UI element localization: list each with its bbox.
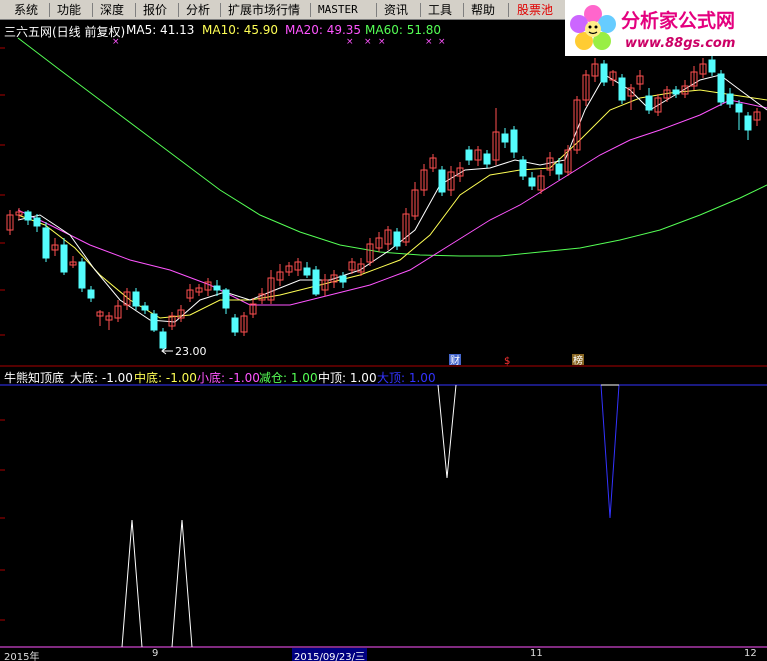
menu-item-0[interactable]: 系统	[14, 0, 38, 20]
candle-body	[510, 129, 518, 153]
candle-body	[141, 305, 149, 311]
ma5-label: MA5: 41.13	[126, 23, 195, 37]
ma10-line	[17, 89, 767, 319]
candle-body	[465, 149, 473, 161]
menu-separator	[463, 3, 464, 17]
event-tag-0: 财	[450, 354, 460, 367]
candle-body	[159, 331, 167, 349]
date-label-11: 11	[530, 648, 543, 659]
menu-separator	[310, 3, 311, 17]
signal-mark: ×	[346, 37, 354, 47]
candle-body	[618, 77, 626, 101]
menu-separator	[178, 3, 179, 17]
candle-body	[528, 177, 536, 187]
date-label-cursor: 2015/09/23/三	[292, 648, 368, 661]
menu-separator	[92, 3, 93, 17]
menu-separator	[420, 3, 421, 17]
candle-body	[42, 227, 50, 259]
menu-item-6[interactable]: MASTER	[318, 0, 358, 20]
ma60-label: MA60: 51.80	[365, 23, 442, 37]
date-label-12: 12	[744, 648, 757, 659]
menu-separator	[376, 3, 377, 17]
menu-item-stock-pool[interactable]: 股票池	[517, 0, 553, 20]
candle-body	[213, 285, 221, 291]
big-bottom-signal	[121, 519, 143, 648]
candle-body	[555, 163, 563, 175]
candle-body	[483, 153, 491, 165]
candle-body	[708, 59, 716, 73]
candle-body	[312, 269, 320, 295]
mid-bottom-label: 中底: -1.00	[134, 371, 197, 385]
signal-mark: ×	[438, 37, 446, 47]
menu-item-4[interactable]: 分析	[186, 0, 210, 20]
menu-item-3[interactable]: 报价	[143, 0, 167, 20]
big-bottom-signal	[171, 519, 193, 648]
chart-area[interactable]: 23.00× × × × × ×财 $ 榜	[0, 20, 767, 661]
candle-body	[438, 169, 446, 193]
candle-body	[150, 313, 158, 331]
reduce-label: 减仓: 1.00	[259, 371, 318, 385]
menu-separator	[49, 3, 50, 17]
big-bottom-label: 大底: -1.00	[70, 371, 133, 385]
menu-item-5[interactable]: 扩展市场行情	[228, 0, 300, 20]
candle-body	[393, 231, 401, 247]
menu-item-7[interactable]: 资讯	[384, 0, 408, 20]
candle-body	[717, 73, 725, 103]
candle-body	[33, 217, 41, 227]
mid-top-label: 中顶: 1.00	[318, 371, 377, 385]
candle-body	[735, 103, 743, 113]
signal-mark: ×	[364, 37, 372, 47]
ma20-line	[17, 99, 767, 306]
menu-separator	[220, 3, 221, 17]
signal-mark: ×	[378, 37, 386, 47]
menu-item-8[interactable]: 工具	[428, 0, 452, 20]
big-top-signal	[600, 384, 620, 519]
menu-item-1[interactable]: 功能	[57, 0, 81, 20]
stock-title: 三六五网(日线 前复权)	[4, 25, 126, 39]
ma10-label: MA10: 45.90	[202, 23, 279, 37]
candle-body	[132, 291, 140, 307]
candle-body	[87, 289, 95, 299]
date-label-9: 9	[152, 648, 159, 659]
candle-body	[60, 244, 68, 273]
candle-body	[222, 289, 230, 309]
mid-top-signal	[437, 384, 457, 479]
candle-body	[519, 159, 527, 177]
menu-separator	[508, 3, 509, 17]
candle-body	[600, 63, 608, 83]
candle-body	[24, 211, 32, 221]
candle-body	[339, 275, 347, 283]
small-bottom-label: 小底: -1.00	[197, 371, 260, 385]
menu-item-9[interactable]: 帮助	[471, 0, 495, 20]
menu-item-2[interactable]: 深度	[100, 0, 124, 20]
candle-body	[726, 93, 734, 105]
menu-separator	[135, 3, 136, 17]
ma60-line	[17, 37, 767, 257]
low-price-label: 23.00	[175, 345, 207, 358]
candle-body	[303, 267, 311, 276]
big-top-label: 大顶: 1.00	[377, 371, 436, 385]
date-label-year: 2015年	[4, 652, 40, 661]
candle-body	[501, 133, 509, 143]
event-tag-2: 榜	[573, 354, 583, 367]
candle-body	[744, 115, 752, 131]
candle-body	[78, 261, 86, 289]
ma20-label: MA20: 49.35	[285, 23, 362, 37]
candle-body	[231, 317, 239, 333]
indicator-title: 牛熊知顶底	[4, 371, 65, 385]
candle-body	[672, 89, 680, 95]
signal-mark: ×	[425, 37, 433, 47]
event-tag-1: $	[504, 356, 510, 367]
candle-body	[645, 95, 653, 111]
